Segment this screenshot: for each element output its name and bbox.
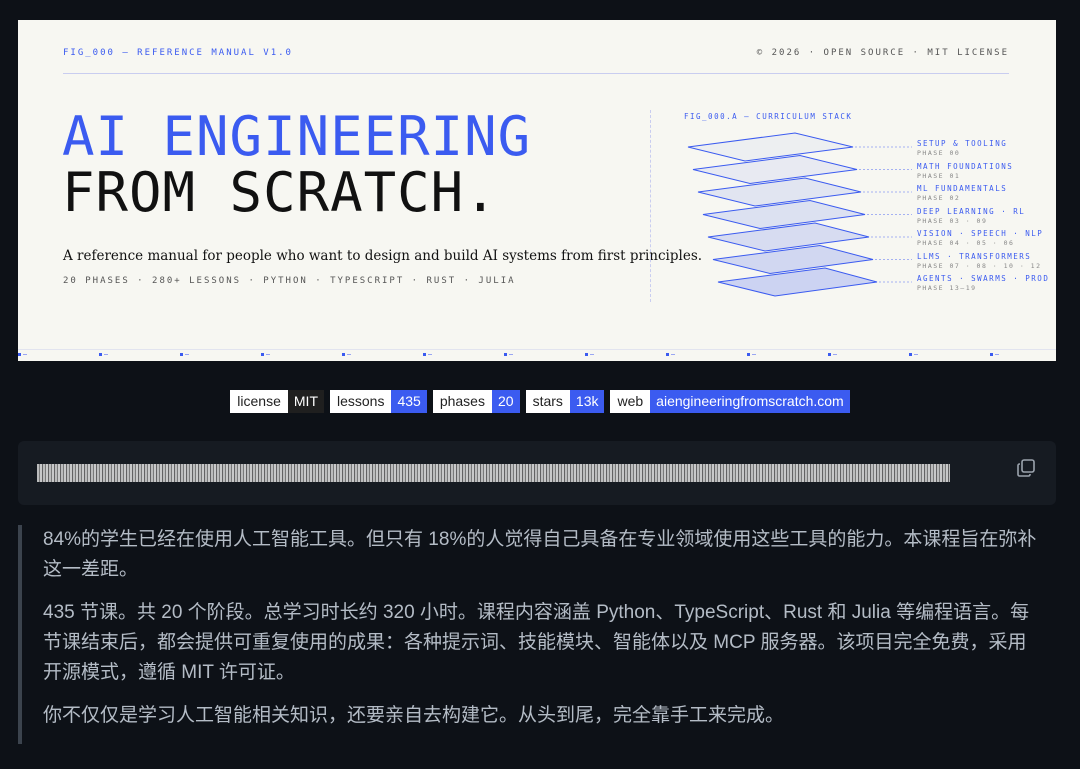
stack-layer-label: AGENTS · SWARMS · PROD — [917, 274, 1050, 283]
hero-banner: FIG_000 — REFERENCE MANUAL V1.0 © 2026 ·… — [18, 20, 1056, 361]
ruler-tick — [261, 353, 270, 356]
quote-paragraph-3: 你不仅仅是学习人工智能相关知识，还要亲自去构建它。从头到尾，完全靠手工来完成。 — [43, 705, 785, 726]
badge-web[interactable]: web aiengineeringfromscratch.com — [610, 390, 850, 413]
ruler-tick — [504, 353, 513, 356]
quote-paragraph-1: 84%的学生已经在使用人工智能工具。但只有 18%的人觉得自己具备在专业领域使用… — [43, 529, 1037, 580]
badge-value: aiengineeringfromscratch.com — [650, 390, 850, 413]
vertical-divider — [650, 110, 651, 302]
stack-layer-plane — [712, 244, 874, 275]
banner-meta: 20 PHASES · 280+ LESSONS · PYTHON · TYPE… — [63, 276, 516, 286]
badge-lessons[interactable]: lessons 435 — [330, 390, 427, 413]
ruler-tick — [180, 353, 189, 356]
badge-key: license — [230, 390, 288, 413]
ruler-tick — [666, 353, 675, 356]
stack-layer-label: SETUP & TOOLING — [917, 139, 1008, 148]
stack-layer-label: LLMS · TRANSFORMERS — [917, 251, 1032, 261]
banner-subtitle: A reference manual for people who want t… — [63, 248, 703, 264]
ruler — [18, 349, 1056, 361]
stack-layer-phase: PHASE 03 · 09 — [917, 216, 988, 225]
quote-paragraph-2: 435 节课。共 20 个阶段。总学习时长约 320 小时。课程内容涵盖 Pyt… — [43, 602, 1030, 683]
obscured-code-text — [37, 464, 950, 482]
badge-row: license MIT lessons 435 phases 20 stars 13k web a… — [0, 390, 1080, 413]
stack-layer-phase: PHASE 04 · 05 · 06 — [917, 239, 1015, 247]
copyright-label: © 2026 · OPEN SOURCE · MIT LICENSE — [756, 48, 1009, 58]
stack-layer-phase: PHASE 02 — [917, 194, 961, 202]
badge-key: lessons — [330, 390, 392, 413]
stack-layer-plane — [707, 222, 870, 252]
title-line-1: AI ENGINEERING — [62, 105, 532, 168]
stack-layer-phase: PHASE 13–19 — [917, 284, 977, 292]
stack-layer-plane — [697, 177, 862, 207]
ruler-tick — [585, 353, 594, 356]
stack-layer-plane — [717, 267, 878, 297]
code-block — [18, 441, 1056, 505]
badge-value: 435 — [391, 390, 427, 413]
ruler-tick — [747, 353, 756, 356]
badge-value: 13k — [569, 390, 605, 413]
badge-value: 20 — [491, 390, 520, 413]
stack-title: FIG_000.A — CURRICULUM STACK — [684, 112, 853, 121]
stack-layer-plane — [692, 154, 858, 185]
badge-key: phases — [432, 390, 492, 413]
fig-label: FIG_000 — REFERENCE MANUAL V1.0 — [63, 48, 293, 58]
ruler-tick — [99, 353, 108, 356]
badge-value: MIT — [287, 390, 324, 413]
description-quote: 84%的学生已经在使用人工智能工具。但只有 18%的人觉得自己具备在专业领域使用… — [18, 525, 1038, 744]
ruler-tick — [423, 353, 432, 356]
stack-layer-label: MATH FOUNDATIONS — [917, 161, 1014, 171]
badge-license[interactable]: license MIT — [230, 390, 324, 413]
stack-layer-label: DEEP LEARNING · RL — [917, 206, 1026, 216]
copy-icon[interactable] — [1016, 458, 1036, 478]
stack-layer-plane — [687, 132, 854, 162]
ruler-tick — [18, 353, 27, 356]
stack-layer-phase: PHASE 07 · 08 · 10 · 12 — [917, 261, 1042, 270]
badge-key: stars — [525, 390, 570, 413]
stack-layer-phase: PHASE 01 — [917, 171, 961, 180]
badge-stars[interactable]: stars 13k — [525, 390, 605, 413]
badge-key: web — [610, 390, 651, 413]
stack-layer-label: VISION · SPEECH · NLP — [917, 229, 1044, 238]
badge-phases[interactable]: phases 20 — [432, 390, 520, 413]
curriculum-stack-diagram — [687, 132, 912, 297]
top-divider — [63, 73, 1009, 74]
ruler-tick — [990, 353, 999, 356]
stack-layer-phase: PHASE 00 — [917, 149, 961, 157]
stack-layer-plane — [702, 199, 866, 230]
ruler-tick — [828, 353, 837, 356]
ruler-tick — [909, 353, 918, 356]
ruler-tick — [342, 353, 351, 356]
title-line-2: FROM SCRATCH. — [62, 161, 498, 224]
stack-layer-label: ML FUNDAMENTALS — [917, 184, 1008, 193]
